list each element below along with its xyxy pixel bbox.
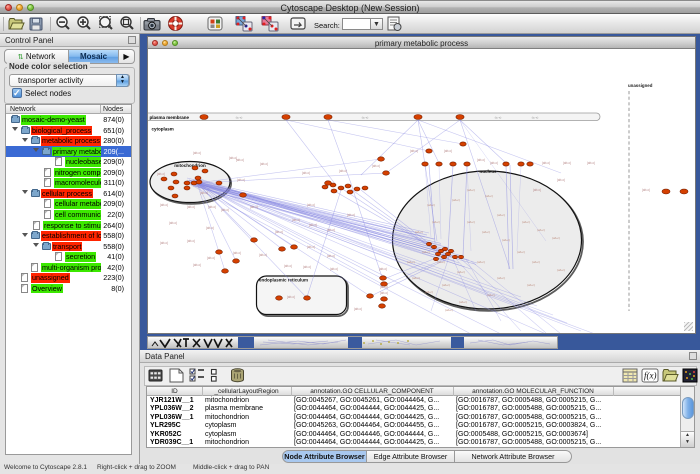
svg-text:(ab-c): (ab-c) <box>557 268 565 272</box>
svg-text:(ab-c): (ab-c) <box>485 194 493 198</box>
svg-text:(ab-c): (ab-c) <box>160 241 168 245</box>
svg-text:nucleus: nucleus <box>479 169 497 174</box>
svg-text:(ab-c): (ab-c) <box>432 220 440 224</box>
svg-text:(ab-c): (ab-c) <box>442 283 450 287</box>
svg-text:(ab-c): (ab-c) <box>467 220 475 224</box>
svg-text:unassigned: unassigned <box>628 83 653 88</box>
svg-text:(ab-c): (ab-c) <box>347 213 355 217</box>
svg-text:(ab-c): (ab-c) <box>157 172 165 176</box>
svg-text:(ab-c): (ab-c) <box>537 228 545 232</box>
svg-text:(ab-c): (ab-c) <box>207 256 215 260</box>
svg-text:(ab-c): (ab-c) <box>327 228 335 232</box>
svg-text:(tc-s): (tc-s) <box>362 116 369 120</box>
svg-text:(ab-c): (ab-c) <box>532 260 540 264</box>
svg-text:(ab-c): (ab-c) <box>380 291 388 295</box>
svg-text:(ab-c): (ab-c) <box>542 161 550 165</box>
svg-text:(ab-c): (ab-c) <box>330 267 338 271</box>
svg-text:plasma membrane: plasma membrane <box>150 115 190 120</box>
svg-text:(ab-c): (ab-c) <box>309 223 317 227</box>
svg-text:(ab-c): (ab-c) <box>275 230 283 234</box>
svg-text:(ab-c): (ab-c) <box>444 149 452 153</box>
svg-text:(ab-c): (ab-c) <box>587 161 595 165</box>
svg-text:(ab-c): (ab-c) <box>193 263 201 267</box>
svg-text:(ab-c): (ab-c) <box>250 205 258 209</box>
svg-text:(ab-c): (ab-c) <box>237 178 245 182</box>
svg-text:(ab-c): (ab-c) <box>372 164 380 168</box>
svg-text:(ab-c): (ab-c) <box>236 158 244 162</box>
svg-text:(ab-c): (ab-c) <box>477 158 485 162</box>
svg-text:(ab-c): (ab-c) <box>302 171 310 175</box>
svg-text:(ab-c): (ab-c) <box>292 218 300 222</box>
svg-text:(ab-c): (ab-c) <box>410 149 418 153</box>
svg-text:(ab-c): (ab-c) <box>490 161 498 165</box>
svg-text:(ab-c): (ab-c) <box>482 230 490 234</box>
svg-text:(tc-s): (tc-s) <box>236 116 243 120</box>
svg-text:(ab-c): (ab-c) <box>522 220 530 224</box>
svg-text:(ab-c): (ab-c) <box>354 307 362 311</box>
svg-text:(ab-c): (ab-c) <box>477 260 485 264</box>
svg-text:(ab-c): (ab-c) <box>307 245 315 249</box>
svg-text:(tc-s): (tc-s) <box>495 116 502 120</box>
svg-text:(ab-c): (ab-c) <box>497 276 505 280</box>
svg-text:mitochondrion: mitochondrion <box>174 163 206 168</box>
svg-text:(ab-c): (ab-c) <box>445 308 453 312</box>
svg-text:f(x): f(x) <box>644 371 657 381</box>
svg-text:(ab-c): (ab-c) <box>339 169 347 173</box>
svg-text:(ab-c): (ab-c) <box>467 188 475 192</box>
svg-text:(ab-c): (ab-c) <box>533 188 541 192</box>
svg-text:(ab-c): (ab-c) <box>425 290 433 294</box>
svg-text:(ab-c): (ab-c) <box>563 161 571 165</box>
svg-text:(ab-c): (ab-c) <box>502 238 510 242</box>
svg-text:(ab-c): (ab-c) <box>259 253 267 257</box>
svg-text:(ab-c): (ab-c) <box>497 213 505 217</box>
svg-text:(ab-c): (ab-c) <box>487 293 495 297</box>
svg-text:(ab-c): (ab-c) <box>327 254 335 258</box>
svg-text:(ab-c): (ab-c) <box>517 250 525 254</box>
svg-text:(ab-c): (ab-c) <box>437 260 445 264</box>
svg-text:(ab-c): (ab-c) <box>557 178 565 182</box>
svg-text:(ab-c): (ab-c) <box>422 250 430 254</box>
svg-text:(ab-c): (ab-c) <box>208 205 216 209</box>
svg-text:(ab-c): (ab-c) <box>412 276 420 280</box>
svg-text:(ab-c): (ab-c) <box>527 283 535 287</box>
svg-text:(ab-c): (ab-c) <box>303 265 311 269</box>
svg-text:(ab-c): (ab-c) <box>379 267 387 271</box>
svg-text:endoplasmic reticulum: endoplasmic reticulum <box>259 278 308 283</box>
svg-text:(ab-c): (ab-c) <box>552 236 560 240</box>
svg-text:(ab-c): (ab-c) <box>642 188 650 192</box>
svg-text:(ab-c): (ab-c) <box>160 203 168 207</box>
svg-text:(ab-c): (ab-c) <box>233 251 241 255</box>
svg-text:(ab-c): (ab-c) <box>284 264 292 268</box>
svg-text:(ab-c): (ab-c) <box>380 285 388 289</box>
svg-text:(ab-c): (ab-c) <box>260 162 268 166</box>
svg-text:(ab-c): (ab-c) <box>193 151 201 155</box>
svg-text:(tc-s): (tc-s) <box>532 116 539 120</box>
svg-text:(ab-c): (ab-c) <box>415 230 423 234</box>
svg-text:(ab-c): (ab-c) <box>169 221 177 225</box>
svg-text:(ab-c): (ab-c) <box>187 205 195 209</box>
svg-text:(ab-c): (ab-c) <box>407 260 415 264</box>
svg-text:(ab-c): (ab-c) <box>427 203 435 207</box>
svg-text:(ab-c): (ab-c) <box>307 203 315 207</box>
svg-text:(ab-c): (ab-c) <box>457 270 465 274</box>
svg-text:(ab-c): (ab-c) <box>206 226 214 230</box>
svg-text:(ab-c): (ab-c) <box>187 239 195 243</box>
svg-text:(ab-c): (ab-c) <box>287 295 295 299</box>
svg-text:(ab-c): (ab-c) <box>200 191 208 195</box>
svg-text:(ab-c): (ab-c) <box>459 300 467 304</box>
svg-text:(ab-c): (ab-c) <box>221 208 229 212</box>
svg-text:cytoplasm: cytoplasm <box>152 127 174 132</box>
svg-text:(ab-c): (ab-c) <box>452 198 460 202</box>
